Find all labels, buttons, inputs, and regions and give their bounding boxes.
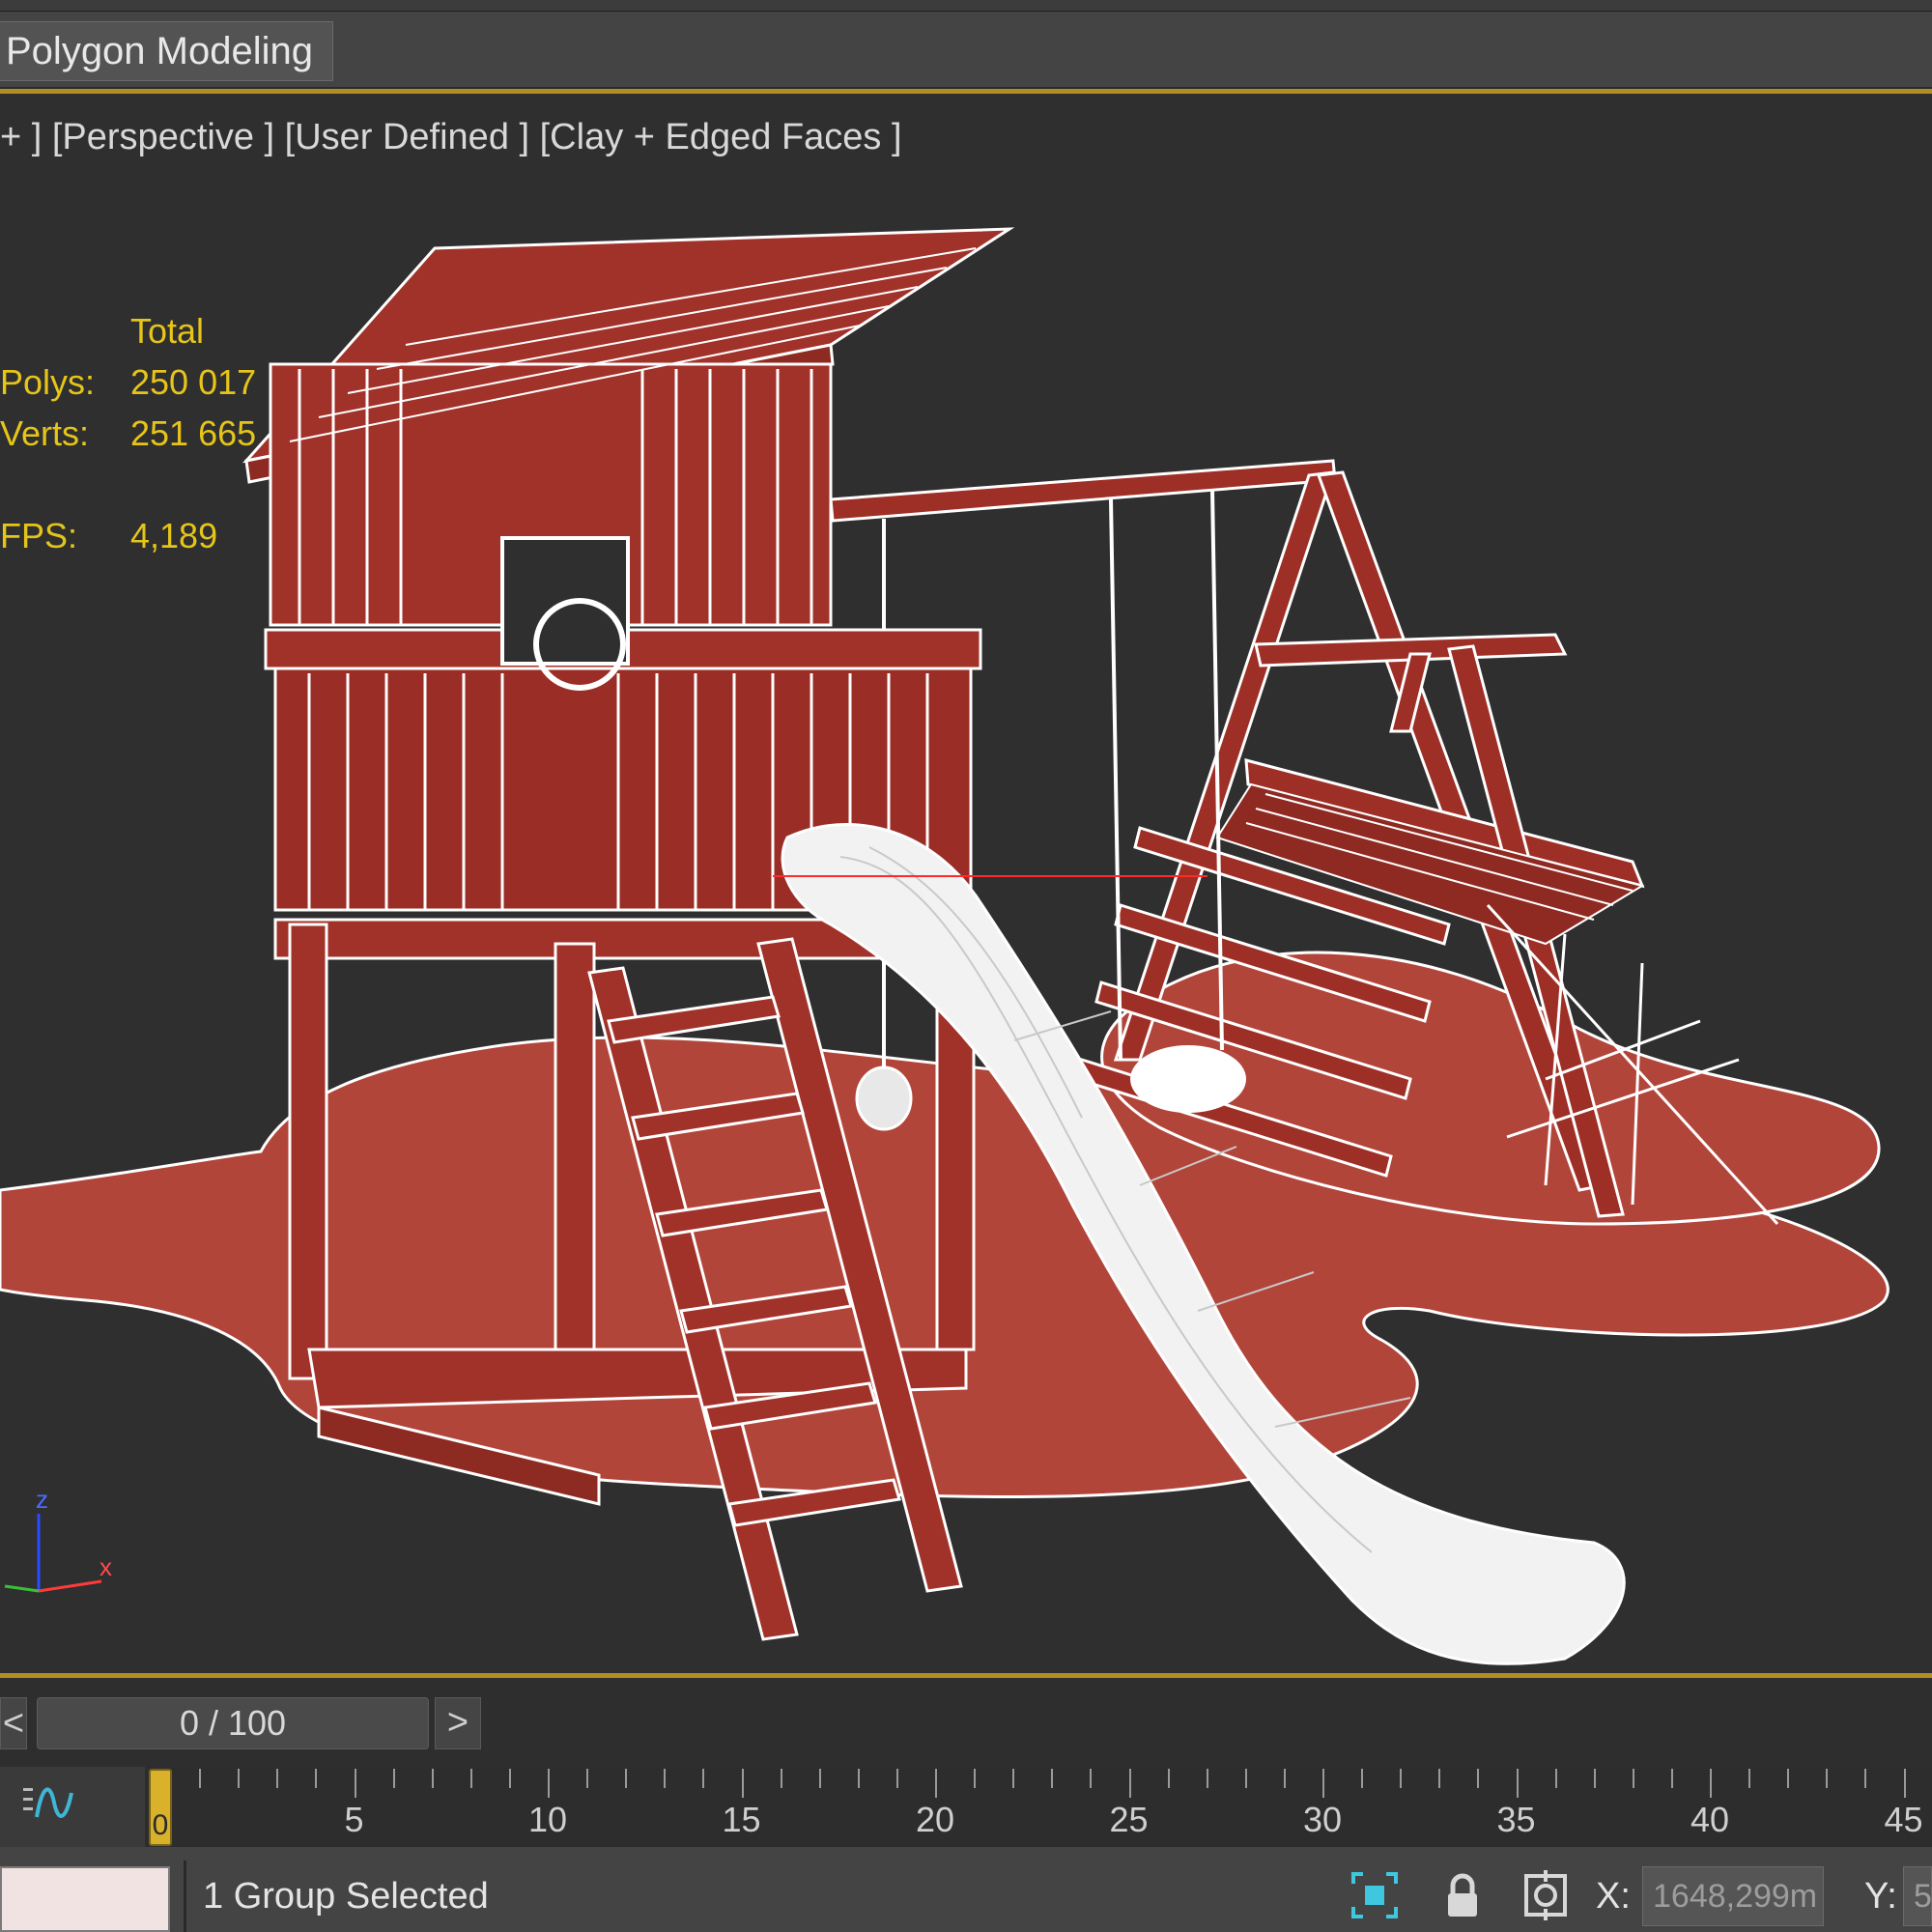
ruler-tick: [1826, 1769, 1829, 1788]
y-coordinate-label: Y:: [1864, 1876, 1897, 1917]
x-coordinate-label: X:: [1596, 1876, 1631, 1917]
ruler-tick: [1283, 1769, 1286, 1788]
time-slider[interactable]: 0 / 100: [37, 1697, 429, 1749]
ruler-tick: [392, 1769, 395, 1788]
ruler-tick: [1400, 1769, 1403, 1788]
ruler-tick: [1012, 1769, 1015, 1788]
selection-status: 1 Group Selected: [203, 1876, 489, 1917]
ruler-tick: [276, 1769, 279, 1788]
curve-editor-icon[interactable]: [19, 1778, 77, 1827]
ruler-frame-label: 25: [1109, 1800, 1149, 1839]
ruler-tick: [935, 1769, 937, 1798]
ruler-tick: [1516, 1769, 1519, 1798]
ruler-tick: [548, 1769, 550, 1798]
ruler-tick: [238, 1769, 241, 1788]
current-frame-marker[interactable]: 0: [149, 1769, 172, 1846]
ribbon-bar: Polygon Modeling: [0, 12, 1932, 87]
stats-header: Total: [130, 311, 205, 351]
time-slider-bar: < 0 / 100 >: [0, 1678, 1932, 1767]
ruler-tick: [974, 1769, 977, 1788]
lock-icon[interactable]: [1435, 1868, 1490, 1922]
status-separator: [184, 1861, 186, 1932]
ruler-tick: [1128, 1769, 1131, 1798]
playground-model: [0, 227, 1889, 1665]
isolate-selection-icon[interactable]: [1348, 1868, 1402, 1922]
ruler-tick: [1748, 1769, 1751, 1788]
ruler-tick: [1554, 1769, 1557, 1788]
maxscript-listener-box[interactable]: [0, 1866, 170, 1932]
ruler-tick: [1670, 1769, 1673, 1788]
ruler-frame-label: 40: [1690, 1800, 1730, 1839]
ruler-frame-label: 45: [1884, 1800, 1923, 1839]
ruler-tick: [780, 1769, 782, 1788]
polys-value: 250 017: [130, 362, 257, 402]
ruler-tick: [857, 1769, 860, 1788]
tab-polygon-modeling[interactable]: Polygon Modeling: [0, 21, 333, 81]
ruler-frame-label: 5: [344, 1800, 364, 1839]
ruler-tick: [1051, 1769, 1054, 1788]
x-coordinate-field[interactable]: 1648,299m: [1642, 1866, 1824, 1926]
ruler-tick: [818, 1769, 821, 1788]
axis-tripod: [4, 1514, 102, 1593]
ruler-tick: [1244, 1769, 1247, 1788]
axis-label-x: x: [99, 1552, 112, 1581]
viewport-label[interactable]: + ] [Perspective ] [User Defined ] [Clay…: [0, 117, 902, 158]
ruler-tick: [1787, 1769, 1790, 1788]
y-coordinate-field[interactable]: 5: [1903, 1866, 1932, 1926]
ruler-frame-label: 20: [915, 1800, 955, 1839]
fps-label: FPS:: [0, 516, 78, 555]
ruler-tick: [702, 1769, 705, 1788]
ruler-tick: [1593, 1769, 1596, 1788]
menu-strip: [0, 0, 1932, 12]
ruler-tick: [1477, 1769, 1480, 1788]
ruler-tick: [1438, 1769, 1441, 1788]
ruler-tick: [1167, 1769, 1170, 1788]
status-bar: 1 Group Selected X: 1648,299m Y: 5: [0, 1847, 1932, 1932]
track-bar: 5 10 15 20 25 30 35 40 45 0: [0, 1767, 1932, 1847]
verts-label: Verts:: [0, 413, 90, 453]
ruler-tick: [664, 1769, 667, 1788]
axis-label-z: z: [36, 1485, 48, 1514]
verts-value: 251 665: [130, 413, 257, 453]
ruler-tick: [1632, 1769, 1634, 1788]
ruler-tick: [199, 1769, 202, 1788]
next-frame-button[interactable]: >: [435, 1697, 481, 1749]
ruler-frame-label: 15: [722, 1800, 761, 1839]
ruler-frame-label: 30: [1302, 1800, 1343, 1839]
ruler-tick: [431, 1769, 434, 1788]
ruler-tick: [1361, 1769, 1364, 1788]
fps-value: 4,189: [130, 516, 218, 555]
ruler-tick: [1206, 1769, 1208, 1788]
perspective-viewport[interactable]: + ] [Perspective ] [User Defined ] [Clay…: [0, 94, 1932, 1673]
ruler-tick: [354, 1769, 356, 1798]
ruler-tick: [469, 1769, 472, 1788]
ruler-tick: [586, 1769, 589, 1788]
swing-seat: [1130, 1045, 1246, 1113]
ruler-tick: [508, 1769, 511, 1788]
ruler-frame-label: 35: [1496, 1800, 1536, 1839]
ruler-tick: [1322, 1769, 1324, 1798]
current-frame-label: 0: [152, 1809, 169, 1841]
ruler-tick: [1903, 1769, 1906, 1798]
hanging-ball: [855, 1065, 913, 1131]
track-ruler[interactable]: 5 10 15 20 25 30 35 40 45: [145, 1767, 1932, 1847]
transform-type-in-icon[interactable]: [1519, 1868, 1573, 1922]
ruler-tick: [315, 1769, 318, 1788]
ruler-tick: [895, 1769, 898, 1788]
ruler-tick: [625, 1769, 628, 1788]
ruler-frame-label: 10: [527, 1800, 568, 1839]
ruler-tick: [741, 1769, 744, 1798]
previous-frame-button[interactable]: <: [0, 1697, 27, 1749]
ruler-tick: [1090, 1769, 1093, 1788]
polys-label: Polys:: [0, 362, 96, 402]
ruler-tick: [1864, 1769, 1867, 1788]
ruler-tick: [1710, 1769, 1712, 1798]
